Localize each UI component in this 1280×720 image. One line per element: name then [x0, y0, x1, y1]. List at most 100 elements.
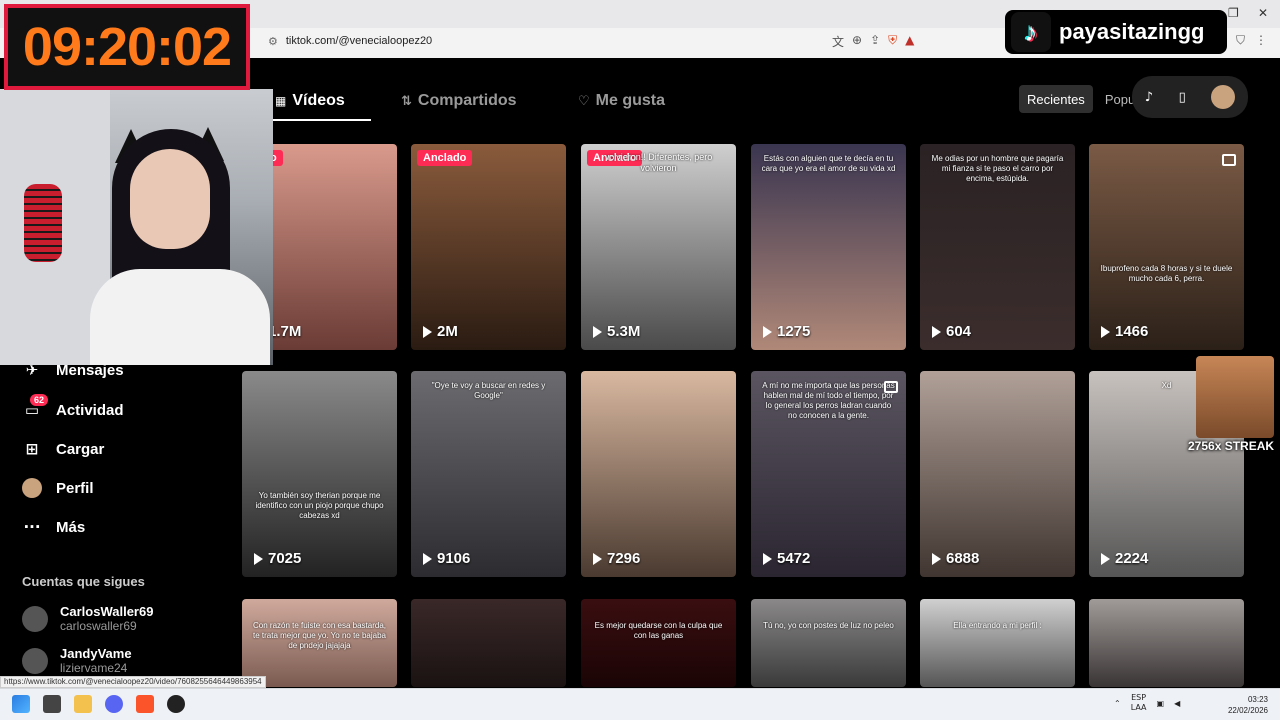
- play-icon: [932, 325, 941, 338]
- network-icon[interactable]: ▣: [1157, 699, 1165, 708]
- extensions: ⛉ ⋮: [1236, 33, 1267, 48]
- menu-icon[interactable]: ⋮: [1255, 33, 1267, 48]
- tab-label: Vídeos: [292, 92, 345, 109]
- video-caption: Es mejor quedarse con la culpa que con l…: [594, 621, 723, 640]
- play-icon: [763, 325, 772, 338]
- play-icon: [254, 552, 263, 565]
- webcam-overlay: [0, 89, 273, 365]
- avatar: [22, 605, 48, 632]
- view-count: 7296: [593, 550, 640, 567]
- sidebar-item-perfil[interactable]: Perfil: [22, 478, 94, 498]
- volume-icon[interactable]: ◀: [1174, 699, 1180, 708]
- video-card[interactable]: Estás con alguien que te decía en tu car…: [751, 144, 906, 350]
- tiktok-icon[interactable]: ♪: [1145, 90, 1153, 105]
- video-card[interactable]: Ibuprofeno cada 8 horas y si te duele mu…: [1089, 144, 1244, 350]
- video-caption: A mí no me importa que las personas habl…: [762, 381, 895, 420]
- tab-compartidos[interactable]: ⇅ Compartidos: [401, 92, 517, 110]
- sidebar-item-mas[interactable]: ··· Más: [22, 517, 85, 537]
- rewards-icon[interactable]: ▲: [905, 33, 914, 50]
- taskbar: ⌃ ESP LAA ▣ ◀ 03:23 22/02/2026: [0, 688, 1280, 720]
- following-account[interactable]: JandyVame liziervame24: [22, 646, 132, 675]
- video-card[interactable]: 7296: [581, 371, 736, 577]
- view-count: 2224: [1101, 550, 1148, 567]
- avatar: [22, 647, 48, 674]
- following-account[interactable]: CarlosWaller69 carloswaller69: [22, 604, 153, 633]
- video-caption: "Oye te voy a buscar en redes y Google": [431, 381, 546, 400]
- video-card[interactable]: Yo también soy therian porque me identif…: [242, 371, 397, 577]
- play-icon: [423, 325, 432, 338]
- view-count-text: 2224: [1115, 550, 1149, 567]
- zoom-icon[interactable]: ⊕: [852, 33, 862, 50]
- video-caption: Tú no, yo con postes de luz no peleo: [763, 621, 894, 630]
- play-icon: [423, 552, 432, 565]
- view-count-text: 1275: [777, 323, 811, 340]
- video-card[interactable]: Anclado 2M: [411, 144, 566, 350]
- upload-icon: ⊞: [25, 440, 39, 458]
- obs-icon[interactable]: [167, 695, 185, 713]
- play-icon: [1101, 325, 1110, 338]
- play-icon: [593, 325, 602, 338]
- brave-icon[interactable]: [136, 695, 154, 713]
- video-card[interactable]: [1089, 599, 1244, 687]
- sidebar-item-label: Perfil: [56, 479, 94, 497]
- video-caption: Ibuprofeno cada 8 horas y si te duele mu…: [1100, 264, 1233, 283]
- streak-overlay: 2756x STREAK: [1188, 356, 1274, 456]
- tiktok-logo-icon: ♪: [1011, 12, 1051, 52]
- video-card[interactable]: Ella entrando a mi perfil :: [920, 599, 1075, 687]
- taskbar-clock[interactable]: 03:23 22/02/2026: [1222, 694, 1268, 716]
- video-card[interactable]: [411, 599, 566, 687]
- sort-recientes-button[interactable]: Recientes: [1019, 85, 1093, 113]
- view-count: 604: [932, 323, 971, 340]
- stream-timer: 09:20:02: [4, 4, 250, 90]
- video-card[interactable]: 6888: [920, 371, 1075, 577]
- file-explorer-icon[interactable]: [74, 695, 92, 713]
- tab-videos[interactable]: ▦ Vídeos: [275, 92, 345, 110]
- task-view-icon[interactable]: [43, 695, 61, 713]
- following-title: Cuentas que sigues: [22, 574, 145, 589]
- tab-label: Compartidos: [417, 92, 517, 109]
- notification-badge: 62: [30, 394, 49, 406]
- share-icon[interactable]: ⇪: [870, 33, 880, 50]
- screen: — ❐ ✕ ⚙ tiktok.com/@venecialoopez20 文 ⊕ …: [0, 0, 1280, 720]
- tray-chevron-icon[interactable]: ⌃: [1114, 699, 1121, 708]
- view-count-text: 1466: [1115, 323, 1149, 340]
- play-icon: [1101, 552, 1110, 565]
- view-count: 1275: [763, 323, 810, 340]
- view-count: 9106: [423, 550, 470, 567]
- status-url: https://www.tiktok.com/@venecialoopez20/…: [0, 676, 266, 688]
- windows-start-icon[interactable]: [12, 695, 30, 713]
- video-card[interactable]: Me odias por un hombre que pagaría mi fi…: [920, 144, 1075, 350]
- tab-me-gusta[interactable]: ♡ Me gusta: [578, 92, 665, 110]
- video-card[interactable]: A mí no me importa que las personas habl…: [751, 371, 906, 577]
- sidebar-item-label: Cargar: [56, 440, 105, 458]
- video-card[interactable]: Es mejor quedarse con la culpa que con l…: [581, 599, 736, 687]
- pinned-badge: Anclado: [417, 150, 473, 166]
- streak-label: 2756x STREAK: [1188, 439, 1275, 453]
- video-card[interactable]: "Oye te voy a buscar en redes y Google" 9…: [411, 371, 566, 577]
- view-count: 5.3M: [593, 323, 640, 340]
- language-indicator[interactable]: ESP LAA: [1131, 693, 1147, 713]
- brave-shield-icon[interactable]: ⛨: [888, 33, 897, 50]
- close-icon[interactable]: ✕: [1258, 6, 1268, 20]
- view-count-text: 5.3M: [607, 323, 641, 340]
- video-caption: Yo también soy therian porque me identif…: [255, 491, 384, 520]
- video-card[interactable]: Con razón te fuiste con esa bastarda, te…: [242, 599, 397, 687]
- sidebar-item-label: Actividad: [56, 401, 124, 419]
- taskbar-apps: [12, 695, 185, 713]
- site-settings-icon[interactable]: ⚙: [268, 35, 278, 48]
- discord-icon[interactable]: [105, 695, 123, 713]
- video-card[interactable]: Tú no, yo con postes de luz no peleo: [751, 599, 906, 687]
- maximize-icon[interactable]: ❐: [1228, 6, 1239, 20]
- wallet-icon[interactable]: ⛉: [1236, 33, 1245, 48]
- view-count: 1466: [1101, 323, 1148, 340]
- avatar[interactable]: [1211, 85, 1236, 109]
- translate-icon[interactable]: 文: [832, 33, 844, 50]
- view-count-text: 5472: [777, 550, 811, 567]
- photo-post-icon: [884, 381, 898, 393]
- sidebar-item-cargar[interactable]: ⊞ Cargar: [22, 439, 105, 459]
- streak-image: [1196, 356, 1274, 438]
- streamer-badge: ♪ payasitazingg: [1005, 10, 1227, 54]
- streamer-shirt: [90, 269, 270, 365]
- video-card[interactable]: Anclado volvieron!! Diferentes, pero volv…: [581, 144, 736, 350]
- phone-icon[interactable]: ▯: [1179, 90, 1186, 105]
